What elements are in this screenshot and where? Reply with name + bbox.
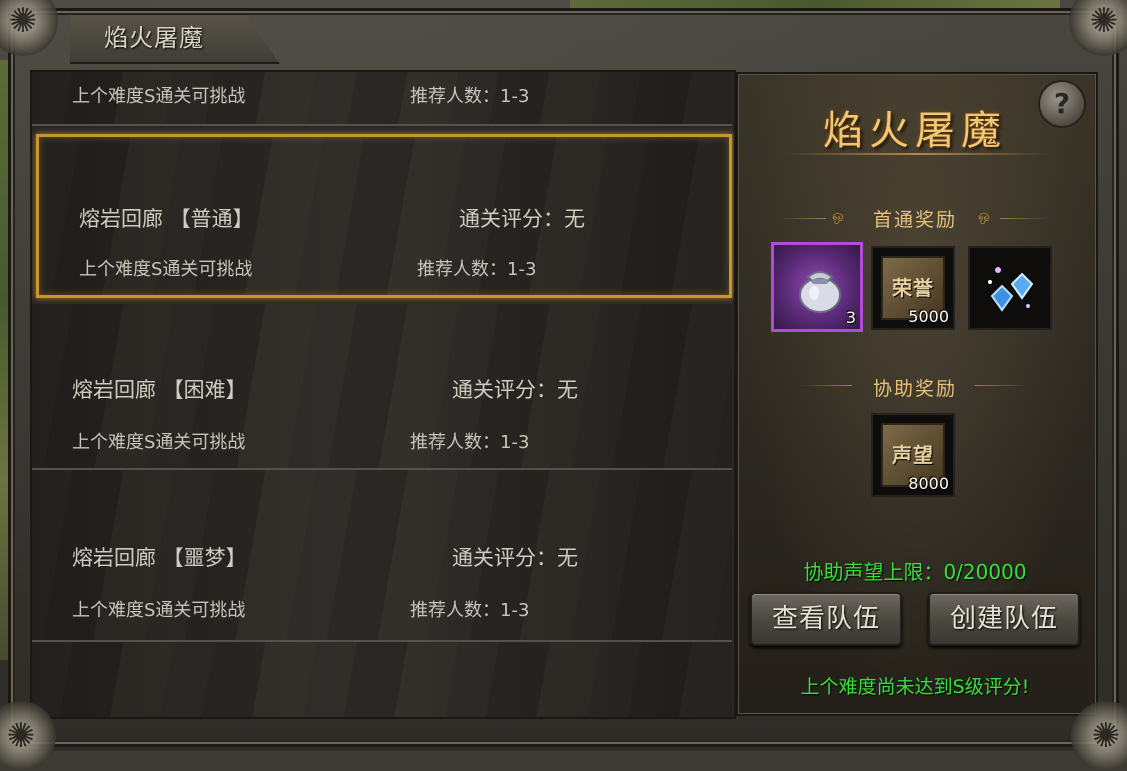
background-terrain-left — [0, 60, 10, 660]
requirement-text: 上个难度S通关可挑战 — [72, 86, 246, 107]
dungeon-name: 熔岩回廊 【噩梦】 — [72, 546, 247, 570]
recommended-players: 推荐人数：1-3 — [410, 86, 530, 107]
item-count: 3 — [845, 308, 856, 327]
view-team-button[interactable]: 查看队伍 — [750, 592, 902, 646]
list-item[interactable]: 熔岩回廊 【噩梦】 通关评分：无 上个难度S通关可挑战 推荐人数：1-3 — [32, 470, 732, 642]
dragon-ornament-icon: ✺ — [1069, 0, 1127, 56]
requirement-text: 上个难度S通关可挑战 — [72, 600, 246, 621]
list-item[interactable]: 上个难度S通关可挑战 推荐人数：1-3 — [32, 72, 732, 126]
create-team-button[interactable]: 创建队伍 — [928, 592, 1080, 646]
dragon-ornament-icon: ✺ — [0, 0, 58, 56]
dungeon-title: 焰火屠魔 — [823, 108, 1007, 154]
background-terrain-top — [570, 0, 1060, 8]
recommended-players: 推荐人数：1-3 — [410, 432, 530, 453]
dungeon-name: 熔岩回廊 【普通】 — [79, 207, 254, 231]
clear-score: 通关评分：无 — [452, 546, 578, 570]
reward-item-slot[interactable]: 3 — [771, 242, 863, 332]
reward-item-slot[interactable]: 声望 8000 — [871, 413, 955, 497]
item-count: 8000 — [908, 474, 949, 493]
requirement-text: 上个难度S通关可挑战 — [79, 259, 253, 280]
divider-line — [1000, 218, 1048, 219]
recommended-players: 推荐人数：1-3 — [417, 259, 537, 280]
silver-pouch-icon — [799, 271, 841, 313]
dragon-ornament-icon: ✺ — [1071, 701, 1127, 771]
list-item-selected[interactable]: 熔岩回廊 【普通】 通关评分：无 上个难度S通关可挑战 推荐人数：1-3 — [36, 134, 732, 298]
dungeon-list[interactable]: 上个难度S通关可挑战 推荐人数：1-3 熔岩回廊 【普通】 通关评分：无 上个难… — [30, 70, 736, 719]
blue-gems-icon — [988, 267, 1034, 312]
dragon-ornament-icon: ✺ — [0, 701, 56, 771]
reward-item-slot[interactable]: 荣誉 5000 — [871, 246, 955, 330]
requirement-text: 上个难度S通关可挑战 — [72, 432, 246, 453]
window-title: 焰火屠魔 — [104, 24, 204, 52]
warning-text: 上个难度尚未达到S级评分! — [800, 676, 1030, 698]
divider-line — [975, 385, 1027, 386]
clear-score: 通关评分：无 — [452, 378, 578, 402]
assist-label: 协助奖励 — [872, 378, 957, 400]
dungeon-name: 熔岩回廊 【困难】 — [72, 378, 247, 402]
recommended-players: 推荐人数：1-3 — [410, 600, 530, 621]
reward-item-slot[interactable] — [968, 246, 1052, 330]
list-item[interactable]: 熔岩回廊 【困难】 通关评分：无 上个难度S通关可挑战 推荐人数：1-3 — [32, 304, 732, 470]
item-count: 5000 — [908, 307, 949, 326]
list-item-empty — [32, 642, 732, 717]
ornament-icon: ஒ — [978, 208, 990, 224]
assist-limit-text: 协助声望上限：0/20000 — [803, 560, 1027, 584]
clear-score: 通关评分：无 — [459, 207, 585, 231]
title-divider — [786, 153, 1048, 155]
game-window: 焰火屠魔 上个难度S通关可挑战 推荐人数：1-3 熔岩回廊 【普通】 通关评分：… — [0, 0, 1127, 771]
